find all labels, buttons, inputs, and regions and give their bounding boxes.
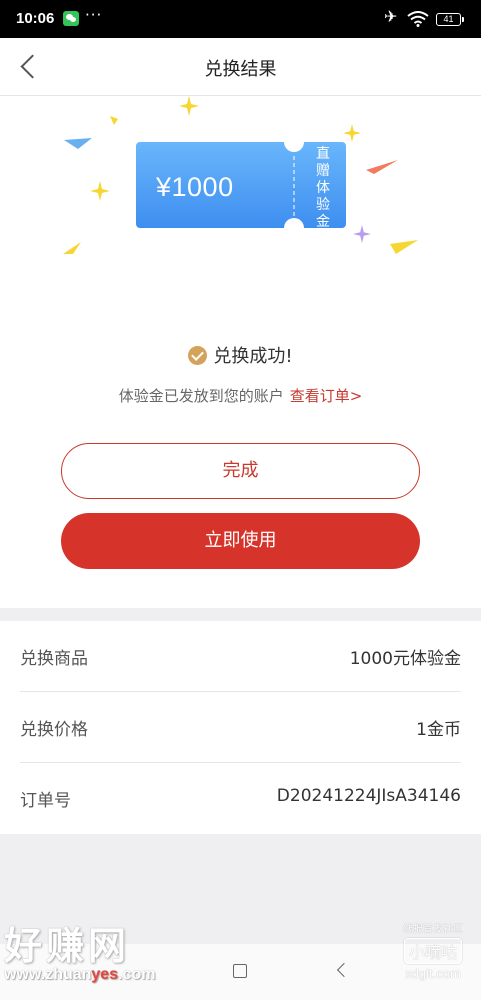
info-message: 体验金已发放到您的账户 查看订单> xyxy=(0,385,481,406)
result-panel: ¥1000 直赠体验金 兑换成功! 体验金已发放到您的账户 查看订单> 完成 立即… xyxy=(0,96,481,608)
watermark-domain: xdgit.com xyxy=(405,966,461,981)
detail-label: 订单号 xyxy=(20,791,71,811)
order-details: 兑换商品 1000元体验金 兑换价格 1金币 订单号 D20241224JIsA… xyxy=(0,621,481,834)
watermark-tagline: 线报首发社区 xyxy=(403,924,463,935)
watermark-logo: 好赚网 xyxy=(4,924,131,968)
use-now-button[interactable]: 立即使用 xyxy=(61,513,420,569)
voucher-side-label: 直赠体验金 xyxy=(316,146,330,230)
status-bar: 10:06 ··· ✈ 41 xyxy=(0,0,481,38)
success-text: 兑换成功! xyxy=(213,346,293,367)
detail-value: 1000元体验金 xyxy=(349,649,461,669)
wifi-icon xyxy=(407,11,429,27)
done-button[interactable]: 完成 xyxy=(61,443,420,499)
confetti-shard-icon xyxy=(64,138,92,149)
info-text: 体验金已发放到您的账户 xyxy=(118,387,284,405)
success-message: 兑换成功! xyxy=(0,342,481,368)
sparkle-icon xyxy=(353,225,371,243)
confetti-shard-icon xyxy=(390,240,418,254)
detail-row-order-number: 订单号 D20241224JIsA34146 xyxy=(20,763,461,834)
page-title: 兑换结果 xyxy=(204,59,277,80)
nav-bar: 兑换结果 xyxy=(0,38,481,96)
wechat-icon xyxy=(63,11,79,26)
check-circle-icon xyxy=(188,346,208,365)
detail-label: 兑换商品 xyxy=(20,649,88,669)
battery-icon: 41 xyxy=(436,13,464,26)
detail-row-price: 兑换价格 1金币 xyxy=(20,692,461,763)
confetti-shard-icon xyxy=(63,242,81,254)
sparkle-icon xyxy=(343,124,361,142)
status-time: 10:06 xyxy=(16,10,55,27)
voucher-amount: ¥1000 xyxy=(156,172,234,202)
home-icon[interactable] xyxy=(233,964,247,978)
detail-value: 1金币 xyxy=(416,720,461,740)
detail-value: D20241224JIsA34146 xyxy=(276,786,461,806)
confetti-shard-icon xyxy=(366,160,398,174)
watermark-badge: 线报首发社区 小嘀咕 xdgit.com xyxy=(393,920,473,981)
sparkle-icon xyxy=(179,96,199,116)
detail-row-product: 兑换商品 1000元体验金 xyxy=(20,621,461,692)
confetti-shard-icon xyxy=(110,116,118,125)
detail-label: 兑换价格 xyxy=(20,720,88,740)
voucher-ticket: ¥1000 直赠体验金 xyxy=(136,142,346,230)
airplane-mode-icon: ✈ xyxy=(384,7,398,26)
more-notifications-icon: ··· xyxy=(85,6,103,24)
watermark-url: www.zhuanyes.com xyxy=(4,966,156,983)
system-back-icon[interactable] xyxy=(336,962,352,978)
sparkle-icon xyxy=(90,181,110,201)
watermark-brand: 小嘀咕 xyxy=(403,938,462,964)
view-order-link[interactable]: 查看订单> xyxy=(290,387,363,405)
